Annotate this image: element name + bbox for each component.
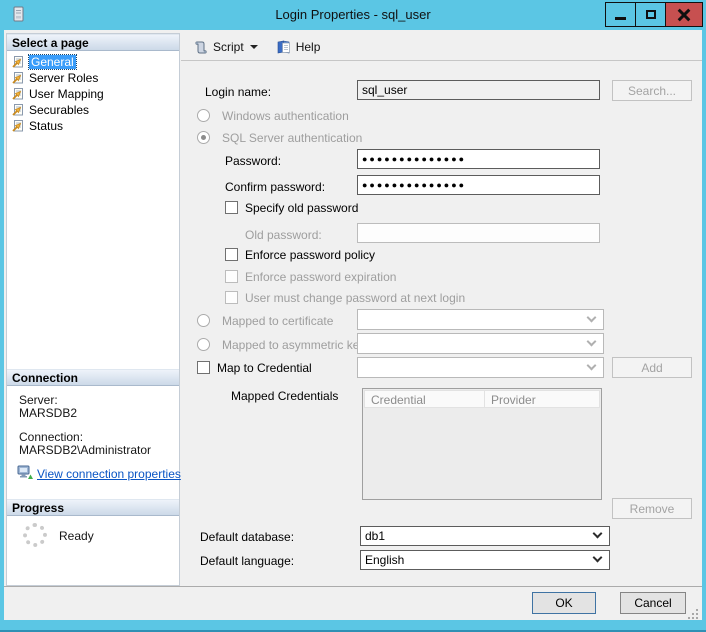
- select-a-page-header: Select a page: [7, 34, 179, 51]
- default-database-label: Default database:: [200, 530, 294, 544]
- map-to-credential-checkbox[interactable]: [197, 361, 210, 374]
- default-language-label: Default language:: [200, 554, 294, 568]
- enforce-password-expiration-checkbox[interactable]: [225, 270, 238, 283]
- mapped-to-certificate-label: Mapped to certificate: [222, 314, 333, 328]
- page-icon: [11, 87, 25, 101]
- connection-label: Connection:: [19, 430, 83, 444]
- script-button[interactable]: Script: [189, 35, 262, 59]
- titlebar: Login Properties - sql_user: [0, 0, 706, 30]
- must-change-password-checkbox[interactable]: [225, 291, 238, 304]
- column-header-credential[interactable]: Credential: [364, 390, 485, 408]
- maximize-icon: [646, 10, 656, 19]
- radio-sql-server-authentication[interactable]: [197, 131, 210, 144]
- password-label: Password:: [225, 154, 281, 168]
- chevron-down-icon: [593, 529, 603, 539]
- dialog-client-area: Select a page General Server Roles: [4, 30, 702, 620]
- spinner-icon: [23, 523, 47, 547]
- password-input[interactable]: ●●●●●●●●●●●●●●: [357, 149, 600, 169]
- mapped-credentials-table[interactable]: Credential Provider: [362, 388, 602, 500]
- chevron-down-icon: [587, 313, 597, 323]
- windows-authentication-label: Windows authentication: [222, 109, 349, 123]
- radio-mapped-to-asymmetric-key[interactable]: [197, 338, 210, 351]
- window-title: Login Properties - sql_user: [0, 7, 706, 22]
- sidebar-item-label: Server Roles: [29, 71, 98, 85]
- connection-value: MARSDB2\Administrator: [19, 443, 151, 457]
- help-label: Help: [296, 40, 321, 54]
- resize-grip[interactable]: [688, 607, 699, 625]
- remove-button[interactable]: Remove: [612, 498, 692, 519]
- column-header-provider[interactable]: Provider: [485, 390, 600, 408]
- caption-buttons: [606, 2, 703, 27]
- cancel-button[interactable]: Cancel: [620, 592, 686, 614]
- server-label: Server:: [19, 393, 58, 407]
- connection-header: Connection: [7, 369, 179, 386]
- sidebar-item-general[interactable]: General: [11, 54, 76, 70]
- confirm-password-input[interactable]: ●●●●●●●●●●●●●●: [357, 175, 600, 195]
- default-language-combobox[interactable]: English: [360, 550, 610, 570]
- page-icon: [11, 71, 25, 85]
- default-database-combobox[interactable]: db1: [360, 526, 610, 546]
- sidebar-item-label: General: [29, 55, 76, 69]
- maximize-button[interactable]: [635, 2, 666, 27]
- specify-old-password-label: Specify old password: [245, 201, 358, 215]
- enforce-password-expiration-label: Enforce password expiration: [245, 270, 396, 284]
- dialog-window: Login Properties - sql_user Select a pag…: [0, 0, 706, 632]
- sidebar-item-label: Securables: [29, 103, 89, 117]
- radio-mapped-to-certificate[interactable]: [197, 314, 210, 327]
- chevron-down-icon: [593, 553, 603, 563]
- computer-icon: [17, 465, 34, 485]
- server-value: MARSDB2: [19, 406, 77, 420]
- sidebar-item-label: User Mapping: [29, 87, 104, 101]
- help-book-icon: [276, 39, 292, 55]
- login-name-input[interactable]: sql_user: [357, 80, 600, 100]
- chevron-down-icon: [587, 361, 597, 371]
- old-password-input[interactable]: [357, 223, 600, 243]
- progress-header: Progress: [7, 499, 179, 516]
- page-icon: [11, 55, 25, 69]
- map-to-credential-label: Map to Credential: [217, 361, 312, 375]
- enforce-password-policy-checkbox[interactable]: [225, 248, 238, 261]
- sql-server-authentication-label: SQL Server authentication: [222, 131, 362, 145]
- sidebar-item-label: Status: [29, 119, 63, 133]
- certificate-combobox[interactable]: [357, 309, 604, 330]
- search-button[interactable]: Search...: [612, 80, 692, 101]
- must-change-password-label: User must change password at next login: [245, 291, 465, 305]
- mapped-to-asymmetric-key-label: Mapped to asymmetric key: [222, 338, 365, 352]
- credential-combobox[interactable]: [357, 357, 604, 378]
- radio-windows-authentication[interactable]: [197, 109, 210, 122]
- ok-button[interactable]: OK: [532, 592, 596, 614]
- chevron-down-icon: [587, 337, 597, 347]
- chevron-down-icon: [250, 45, 258, 49]
- login-name-label: Login name:: [205, 85, 271, 99]
- confirm-password-label: Confirm password:: [225, 180, 325, 194]
- sidebar-item-status[interactable]: Status: [11, 118, 63, 134]
- script-scroll-icon: [193, 39, 209, 55]
- table-header-row: Credential Provider: [364, 390, 600, 408]
- sidebar-item-server-roles[interactable]: Server Roles: [11, 70, 98, 86]
- footer-separator: [4, 586, 702, 587]
- script-label: Script: [213, 40, 244, 54]
- add-button[interactable]: Add: [612, 357, 692, 378]
- mapped-credentials-label: Mapped Credentials: [231, 389, 338, 403]
- sidebar-item-user-mapping[interactable]: User Mapping: [11, 86, 104, 102]
- asymmetric-key-combobox[interactable]: [357, 333, 604, 354]
- progress-status: Ready: [59, 529, 94, 543]
- sidebar: Select a page General Server Roles: [6, 33, 180, 586]
- minimize-icon: [615, 17, 626, 20]
- close-button[interactable]: [665, 2, 703, 27]
- specify-old-password-checkbox[interactable]: [225, 201, 238, 214]
- toolbar: Script Help: [181, 33, 702, 61]
- old-password-label: Old password:: [245, 228, 322, 242]
- view-connection-properties-link[interactable]: View connection properties: [37, 467, 181, 481]
- page-icon: [11, 103, 25, 117]
- help-button[interactable]: Help: [272, 35, 325, 59]
- page-icon: [11, 119, 25, 133]
- minimize-button[interactable]: [605, 2, 636, 27]
- sidebar-item-securables[interactable]: Securables: [11, 102, 89, 118]
- enforce-password-policy-label: Enforce password policy: [245, 248, 375, 262]
